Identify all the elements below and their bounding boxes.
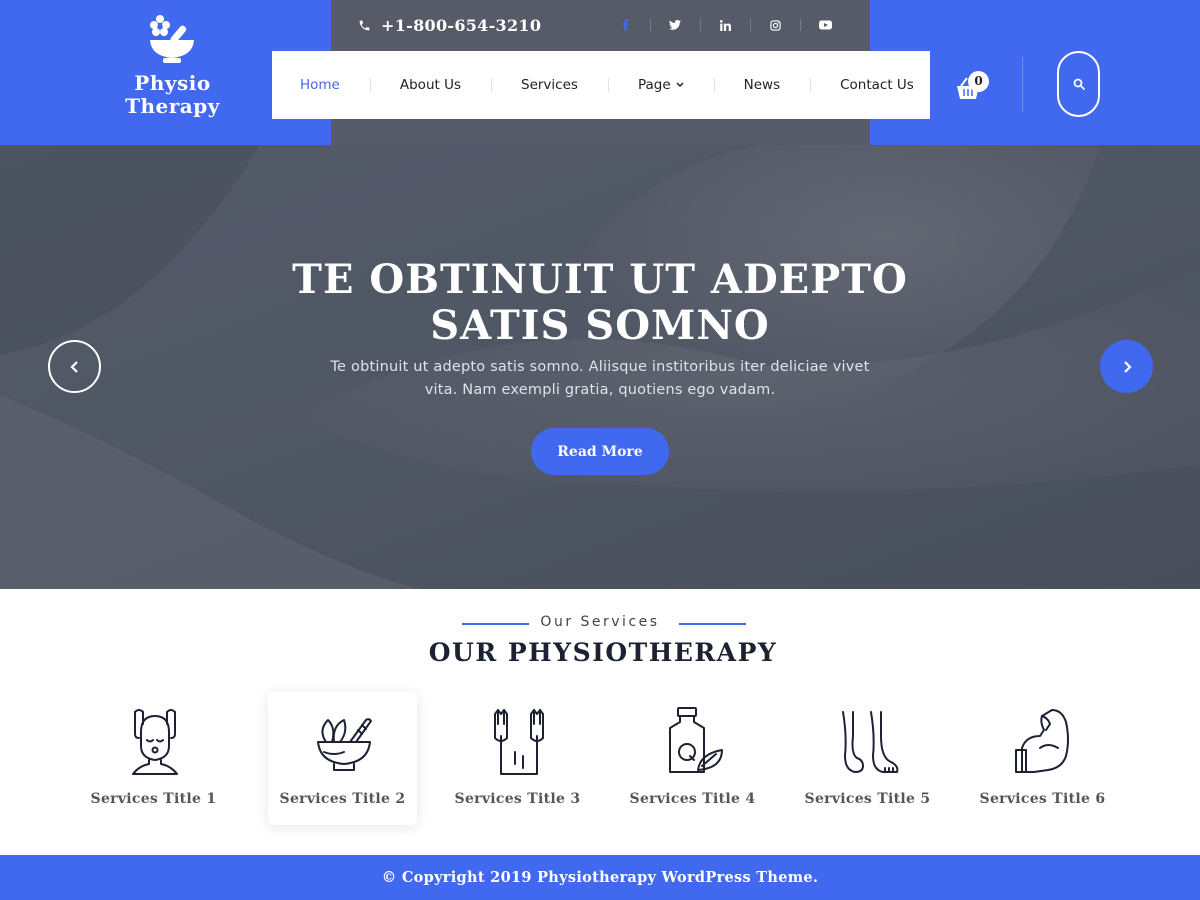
nav-item-about[interactable]: About Us: [369, 51, 491, 119]
linkedin-link[interactable]: [700, 14, 750, 36]
hero-title: TE OBTINUIT UT ADEPTO SATIS SOMNO: [200, 257, 1000, 349]
flexed-arm-icon: [1015, 709, 1069, 773]
chevron-right-icon: [1123, 360, 1132, 373]
search-icon: [1073, 78, 1085, 90]
feet-icon: [842, 711, 899, 773]
chevron-down-icon: [676, 82, 684, 88]
youtube-icon: [818, 20, 832, 30]
site-header: Physio Therapy +1-800-654-3210 Home Abou…: [0, 0, 1200, 145]
service-card-1[interactable]: Services Title 1: [79, 692, 228, 825]
chevron-left-icon: [69, 360, 78, 373]
hero-title-line1: TE OBTINUIT UT ADEPTO: [292, 256, 908, 303]
face-massage-icon: [132, 709, 178, 775]
service-card-6[interactable]: Services Title 6: [968, 692, 1117, 825]
service-card-5[interactable]: Services Title 5: [793, 692, 942, 825]
nav-item-news[interactable]: News: [713, 51, 810, 119]
twitter-link[interactable]: [650, 14, 700, 36]
back-massage-hands-icon: [494, 709, 544, 775]
instagram-link[interactable]: [750, 14, 800, 36]
nav-item-page[interactable]: Page: [607, 51, 714, 119]
read-more-button[interactable]: Read More: [531, 428, 669, 475]
section-subtitle-line-right: [679, 623, 746, 625]
youtube-link[interactable]: [800, 14, 850, 36]
instagram-icon: [769, 19, 781, 31]
service-title-1: Services Title 1: [90, 791, 217, 807]
facebook-icon: [622, 19, 629, 31]
hero-description-line2: vita. Nam exempli gratia, quotiens ego v…: [424, 382, 776, 398]
cart-count-badge: 0: [968, 71, 989, 92]
service-title-2: Services Title 2: [279, 791, 406, 807]
mortar-herbs-icon: [317, 718, 372, 771]
service-card-2[interactable]: Services Title 2: [268, 692, 417, 825]
brand-name-line2: Therapy: [125, 94, 220, 118]
copyright-text: © Copyright 2019 Physiotherapy WordPress…: [381, 869, 819, 886]
services-list: Services Title 1 Services Title 2 Servic…: [79, 692, 1129, 825]
nav-item-page-label: Page: [637, 77, 671, 93]
service-card-3[interactable]: Services Title 3: [443, 692, 592, 825]
nav-item-contact[interactable]: Contact Us: [810, 51, 944, 119]
hero-description: Te obtinuit ut adepto satis somno. Aliis…: [300, 356, 900, 402]
service-title-5: Services Title 5: [804, 791, 931, 807]
slider-next-button[interactable]: [1100, 340, 1153, 393]
service-title-3: Services Title 3: [454, 791, 581, 807]
hero-description-line1: Te obtinuit ut adepto satis somno. Aliis…: [330, 359, 870, 375]
hero-slider: TE OBTINUIT UT ADEPTO SATIS SOMNO Te obt…: [0, 145, 1200, 589]
service-card-4[interactable]: Services Title 4: [618, 692, 767, 825]
oil-bottle-leaf-icon: [669, 707, 723, 773]
brand-name: Physio Therapy: [100, 72, 245, 118]
site-footer: © Copyright 2019 Physiotherapy WordPress…: [0, 855, 1200, 900]
nav-item-home[interactable]: Home: [272, 51, 370, 119]
search-button[interactable]: [1057, 51, 1100, 117]
twitter-icon: [669, 20, 681, 30]
linkedin-icon: [719, 19, 731, 31]
phone-number: +1-800-654-3210: [381, 15, 542, 35]
brand-name-line1: Physio: [134, 71, 211, 95]
hero-title-line2: SATIS SOMNO: [430, 302, 770, 349]
social-links: [600, 14, 850, 36]
phone-icon: [359, 20, 370, 30]
header-divider: [1022, 57, 1023, 112]
nav-item-services[interactable]: Services: [491, 51, 608, 119]
section-title: OUR PHYSIOTHERAPY: [428, 638, 778, 667]
service-title-6: Services Title 6: [979, 791, 1106, 807]
slider-prev-button[interactable]: [48, 340, 101, 393]
facebook-link[interactable]: [600, 14, 650, 36]
main-nav: Home About Us Services Page News Contact…: [272, 51, 930, 119]
section-subtitle: Our Services: [540, 614, 660, 630]
mortar-pestle-flower-icon: [150, 15, 194, 63]
service-title-4: Services Title 4: [629, 791, 756, 807]
phone-contact[interactable]: +1-800-654-3210: [358, 14, 541, 36]
